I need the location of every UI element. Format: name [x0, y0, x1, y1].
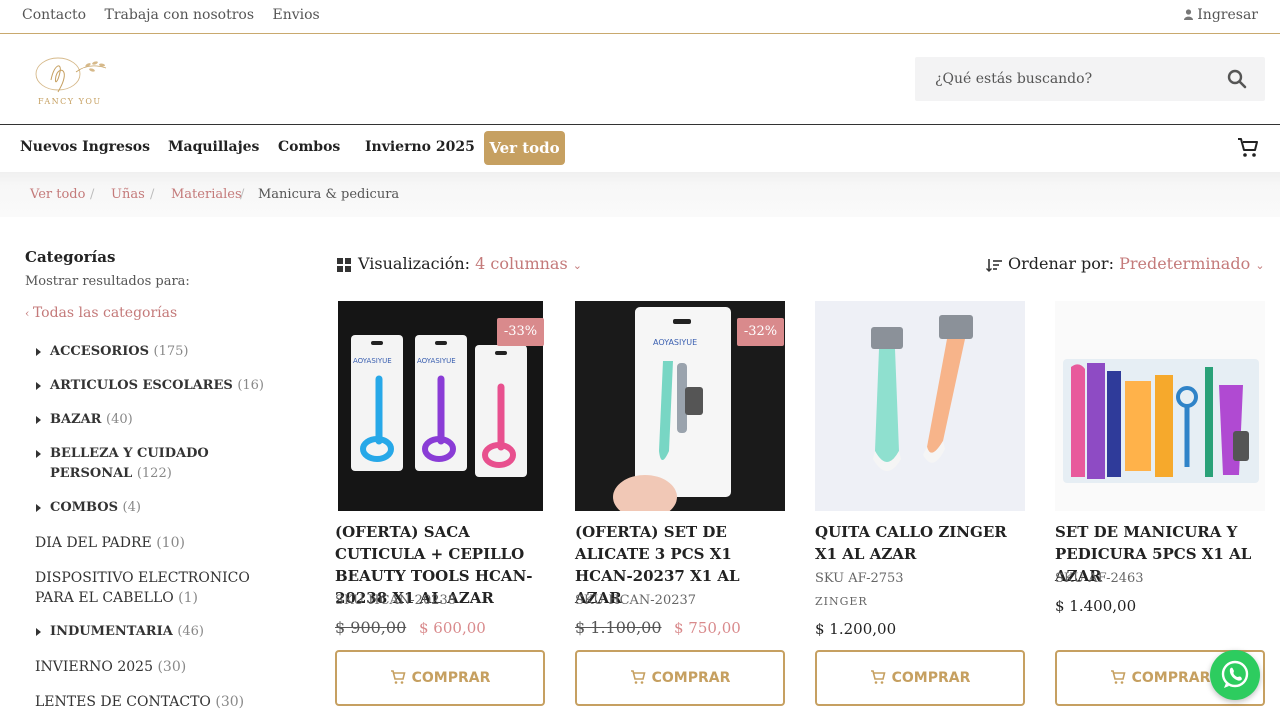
- caret-right-icon: [36, 348, 41, 356]
- cart-plus-icon: [630, 670, 646, 684]
- caret-right-icon: [36, 504, 41, 512]
- cart-plus-icon: [390, 670, 406, 684]
- old-price: $ 1.100,00: [575, 618, 662, 637]
- category-bazar[interactable]: BAZAR (40): [36, 410, 290, 430]
- view-label: Visualización:: [358, 254, 471, 273]
- product-price: $ 1.400,00: [1055, 597, 1137, 615]
- top-links: Contacto Trabaja con nosotros Envios: [22, 7, 334, 23]
- category-accesorios[interactable]: ACCESORIOS (175): [36, 342, 290, 362]
- product-sku: SKU AF-2463: [1055, 571, 1144, 586]
- product-price: $ 1.200,00: [815, 620, 897, 638]
- cart-plus-icon: [870, 670, 886, 684]
- svg-text:AOYASIYUE: AOYASIYUE: [653, 338, 697, 347]
- category-lentes-de-contacto[interactable]: LENTES DE CONTACTO (30): [35, 692, 285, 712]
- sale-price: $ 600,00: [419, 619, 486, 637]
- crumb-separator: /: [90, 187, 95, 202]
- cart-icon[interactable]: [1237, 137, 1259, 159]
- link-contacto[interactable]: Contacto: [22, 7, 86, 23]
- whatsapp-icon: [1221, 660, 1249, 688]
- all-categories-label: Todas las categorías: [32, 305, 178, 321]
- product-image[interactable]: [815, 301, 1025, 511]
- category-articulos-escolares[interactable]: ARTICULOS ESCOLARES (16): [36, 376, 290, 396]
- crumb-unas[interactable]: Uñas: [111, 187, 145, 202]
- crumb-separator: /: [240, 187, 245, 202]
- crumb-separator: /: [150, 187, 155, 202]
- top-bar: Contacto Trabaja con nosotros Envios Ing…: [0, 0, 1280, 34]
- site-header: FANCY YOU: [0, 34, 1280, 125]
- sort-value[interactable]: Predeterminado: [1119, 254, 1250, 273]
- nav-maquillajes[interactable]: Maquillajes: [168, 139, 259, 155]
- sort-label: Ordenar por:: [1008, 254, 1114, 273]
- category-invierno-2025[interactable]: INVIERNO 2025 (30): [35, 657, 285, 677]
- buy-button[interactable]: COMPRAR: [815, 650, 1025, 706]
- buy-button[interactable]: COMPRAR: [575, 650, 785, 706]
- sale-price: $ 750,00: [674, 619, 741, 637]
- link-trabaja[interactable]: Trabaja con nosotros: [104, 7, 254, 23]
- sort-icon: [986, 259, 1002, 272]
- category-indumentaria[interactable]: INDUMENTARIA (46): [36, 622, 290, 642]
- breadcrumb: Ver todo / Uñas / Materiales / Manicura …: [0, 172, 1280, 217]
- buy-button[interactable]: COMPRAR: [335, 650, 545, 706]
- product-sku: SKU HCAN-20238: [335, 593, 457, 608]
- chevron-left-icon: ‹: [25, 307, 33, 320]
- brand-logo[interactable]: FANCY YOU: [16, 54, 121, 109]
- category-dispositivo-electronico[interactable]: DISPOSITIVO ELECTRONICO PARA EL CABELLO …: [35, 568, 285, 608]
- category-combos[interactable]: COMBOS (4): [36, 498, 290, 518]
- product-image[interactable]: AOYASIYUE -32%: [575, 301, 785, 511]
- link-envios[interactable]: Envios: [273, 7, 320, 23]
- product-image[interactable]: [1055, 301, 1265, 511]
- product-brand: ZINGER: [815, 595, 868, 608]
- nav-nuevos-ingresos[interactable]: Nuevos Ingresos: [20, 139, 150, 155]
- crumb-ver-todo[interactable]: Ver todo: [30, 187, 85, 202]
- sidebar-subtitle: Mostrar resultados para:: [25, 274, 190, 289]
- sidebar-title: Categorías: [25, 248, 116, 266]
- category-belleza[interactable]: BELLEZA Y CUIDADO PERSONAL (122): [36, 444, 290, 484]
- sort-selector[interactable]: Ordenar por: Predeterminado ⌄: [1008, 254, 1265, 273]
- logo-text: FANCY YOU: [38, 97, 102, 106]
- chevron-down-icon: ⌄: [572, 259, 582, 272]
- category-dia-del-padre[interactable]: DIA DEL PADRE (10): [35, 533, 285, 553]
- caret-right-icon: [36, 450, 41, 458]
- view-value[interactable]: 4 columnas: [475, 254, 568, 273]
- product-image[interactable]: AOYASIYUE AOYASIYUE -33%: [335, 301, 545, 511]
- chevron-down-icon: ⌄: [1255, 259, 1265, 272]
- product-sku: SKU AF-2753: [815, 571, 904, 586]
- nav-combos[interactable]: Combos: [278, 139, 340, 155]
- discount-badge: -32%: [737, 318, 784, 346]
- svg-text:AOYASIYUE: AOYASIYUE: [353, 357, 392, 365]
- caret-right-icon: [36, 382, 41, 390]
- main-nav: Nuevos Ingresos Maquillajes Combos Invie…: [0, 126, 1280, 172]
- cart-plus-icon: [1110, 670, 1126, 684]
- crumb-materiales[interactable]: Materiales: [171, 187, 242, 202]
- search-box: [915, 57, 1265, 101]
- discount-badge: -33%: [497, 318, 544, 346]
- svg-text:AOYASIYUE: AOYASIYUE: [417, 357, 456, 365]
- user-icon: [1184, 9, 1194, 20]
- crumb-current: Manicura & pedicura: [258, 187, 400, 202]
- login-link[interactable]: Ingresar: [1184, 7, 1258, 23]
- product-sku: SKU HCAN-20237: [575, 593, 697, 608]
- view-selector[interactable]: Visualización: 4 columnas ⌄: [358, 254, 582, 273]
- login-label: Ingresar: [1197, 7, 1258, 23]
- all-categories-link[interactable]: ‹ Todas las categorías: [25, 305, 177, 321]
- search-icon[interactable]: [1227, 69, 1247, 89]
- whatsapp-button[interactable]: [1210, 650, 1260, 700]
- search-input[interactable]: [935, 69, 1215, 89]
- old-price: $ 900,00: [335, 618, 407, 637]
- nav-ver-todo-button[interactable]: Ver todo: [484, 131, 565, 165]
- caret-right-icon: [36, 416, 41, 424]
- nav-invierno[interactable]: Invierno 2025: [365, 139, 475, 155]
- product-name[interactable]: QUITA CALLO ZINGER X1 AL AZAR: [815, 521, 1025, 565]
- caret-right-icon: [36, 628, 41, 636]
- grid-view-icon: [337, 258, 351, 272]
